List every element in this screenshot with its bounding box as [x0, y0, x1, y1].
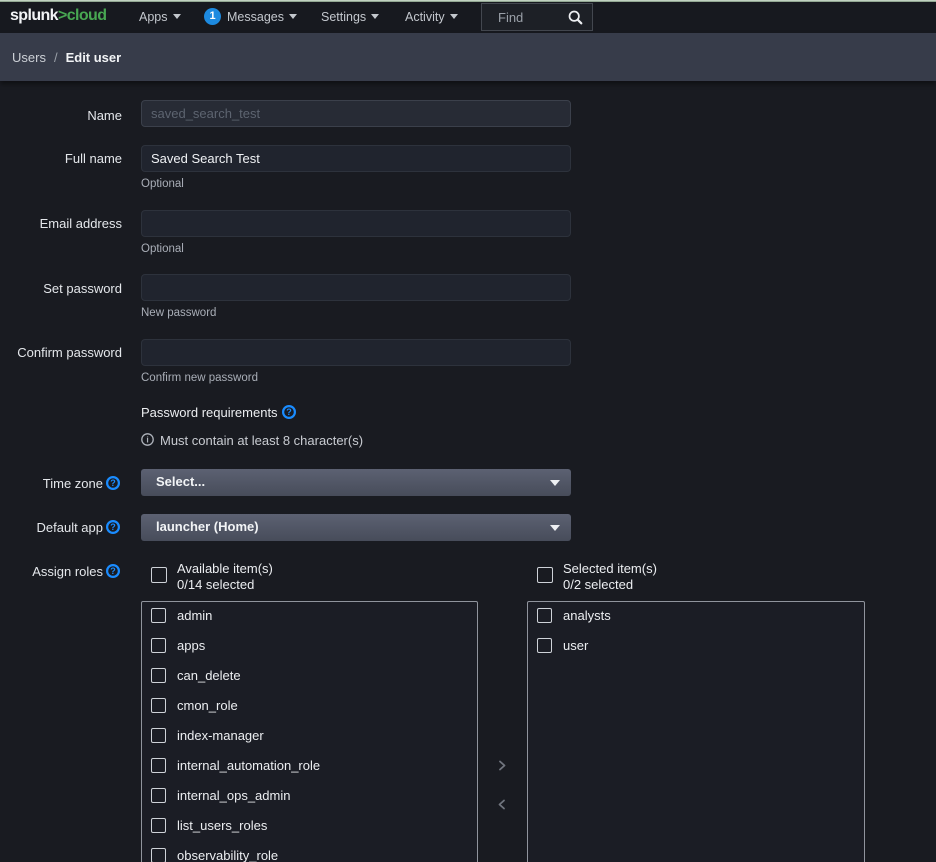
- svg-text:?: ?: [110, 478, 116, 488]
- svg-text:?: ?: [286, 407, 292, 417]
- svg-text:?: ?: [110, 522, 116, 532]
- svg-text:?: ?: [110, 566, 116, 576]
- svg-text:i: i: [146, 435, 148, 445]
